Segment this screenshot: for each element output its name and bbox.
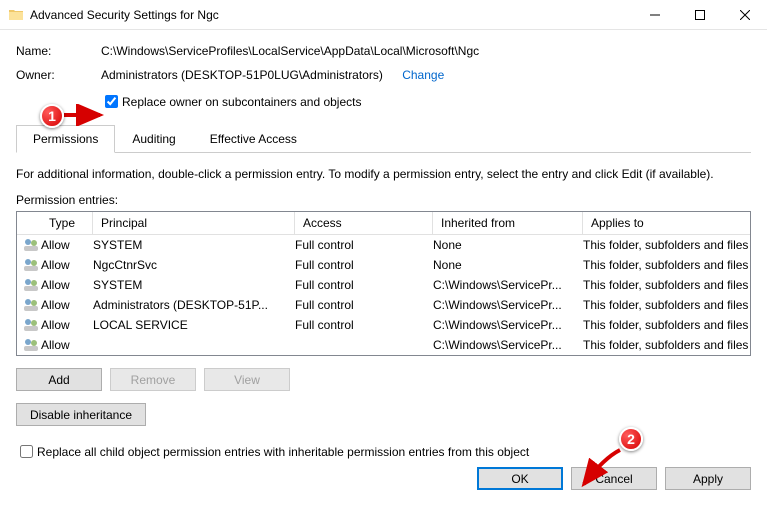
cell-applies: This folder, subfolders and files: [583, 258, 750, 272]
cell-type: Allow: [41, 258, 93, 272]
tab-effective-access[interactable]: Effective Access: [193, 125, 314, 153]
cell-access: Full control: [295, 238, 433, 252]
cell-type: Allow: [41, 318, 93, 332]
group-icon: [17, 297, 41, 313]
cell-principal: LOCAL SERVICE: [93, 318, 295, 332]
cell-type: Allow: [41, 338, 93, 352]
header-access[interactable]: Access: [295, 212, 433, 234]
annotation-badge-1: 1: [40, 104, 64, 128]
view-button[interactable]: View: [204, 368, 290, 391]
cell-principal: SYSTEM: [93, 238, 295, 252]
header-applies[interactable]: Applies to: [583, 212, 750, 234]
minimize-button[interactable]: [632, 0, 677, 30]
tab-auditing[interactable]: Auditing: [115, 125, 192, 153]
cell-principal: Administrators (DESKTOP-51P...: [93, 298, 295, 312]
group-icon: [17, 237, 41, 253]
cell-applies: This folder, subfolders and files: [583, 338, 750, 352]
tab-strip: Permissions Auditing Effective Access: [16, 125, 751, 153]
change-owner-link[interactable]: Change: [402, 68, 444, 82]
owner-value-row: Administrators (DESKTOP-51P0LUG\Administ…: [101, 68, 751, 82]
header-inherited[interactable]: Inherited from: [433, 212, 583, 234]
group-icon: [17, 277, 41, 293]
cell-access: Full control: [295, 278, 433, 292]
cell-access: Full control: [295, 298, 433, 312]
folder-icon: [8, 7, 24, 23]
close-button[interactable]: [722, 0, 767, 30]
owner-label: Owner:: [16, 68, 101, 82]
permission-table: Type Principal Access Inherited from App…: [16, 211, 751, 356]
window-title: Advanced Security Settings for Ngc: [30, 8, 632, 22]
cell-inherited: C:\Windows\ServicePr...: [433, 298, 583, 312]
table-row[interactable]: AllowLOCAL SERVICEFull controlC:\Windows…: [17, 315, 750, 335]
group-icon: [17, 317, 41, 333]
annotation-arrow-2: [574, 448, 624, 494]
owner-value: Administrators (DESKTOP-51P0LUG\Administ…: [101, 68, 383, 82]
annotation-badge-2: 2: [619, 427, 643, 451]
cell-type: Allow: [41, 238, 93, 252]
dialog-content: Name: C:\Windows\ServiceProfiles\LocalSe…: [0, 30, 767, 500]
replace-all-label: Replace all child object permission entr…: [37, 445, 529, 459]
table-row[interactable]: AllowAdministrators (DESKTOP-51P...Full …: [17, 295, 750, 315]
cell-applies: This folder, subfolders and files: [583, 318, 750, 332]
cell-type: Allow: [41, 298, 93, 312]
cell-access: Full control: [295, 258, 433, 272]
cell-inherited: C:\Windows\ServicePr...: [433, 338, 583, 352]
header-principal[interactable]: Principal: [93, 212, 295, 234]
cell-inherited: C:\Windows\ServicePr...: [433, 278, 583, 292]
titlebar: Advanced Security Settings for Ngc: [0, 0, 767, 30]
permission-entries-label: Permission entries:: [16, 193, 751, 207]
cell-inherited: None: [433, 238, 583, 252]
disable-inheritance-button[interactable]: Disable inheritance: [16, 403, 146, 426]
name-value: C:\Windows\ServiceProfiles\LocalService\…: [101, 44, 751, 58]
cell-inherited: None: [433, 258, 583, 272]
table-row[interactable]: AllowSYSTEMFull controlNoneThis folder, …: [17, 235, 750, 255]
tab-permissions[interactable]: Permissions: [16, 125, 115, 153]
remove-button[interactable]: Remove: [110, 368, 196, 391]
cell-applies: This folder, subfolders and files: [583, 238, 750, 252]
maximize-button[interactable]: [677, 0, 722, 30]
apply-button[interactable]: Apply: [665, 467, 751, 490]
cell-access: Full control: [295, 318, 433, 332]
table-header: Type Principal Access Inherited from App…: [17, 212, 750, 235]
cell-type: Allow: [41, 278, 93, 292]
cell-applies: This folder, subfolders and files: [583, 278, 750, 292]
instructions-text: For additional information, double-click…: [16, 167, 751, 181]
table-row[interactable]: Allow C:\Windows\ServicePr...This folder…: [17, 335, 750, 355]
cell-applies: This folder, subfolders and files: [583, 298, 750, 312]
add-button[interactable]: Add: [16, 368, 102, 391]
cell-inherited: C:\Windows\ServicePr...: [433, 318, 583, 332]
name-label: Name:: [16, 44, 101, 58]
group-icon: [17, 337, 41, 353]
replace-all-checkbox[interactable]: [20, 445, 33, 458]
annotation-arrow-1: [62, 104, 108, 126]
group-icon: [17, 257, 41, 273]
ok-button[interactable]: OK: [477, 467, 563, 490]
cell-principal: NgcCtnrSvc: [93, 258, 295, 272]
replace-owner-label: Replace owner on subcontainers and objec…: [122, 95, 361, 109]
header-type[interactable]: Type: [41, 212, 93, 234]
table-row[interactable]: AllowNgcCtnrSvcFull controlNoneThis fold…: [17, 255, 750, 275]
table-row[interactable]: AllowSYSTEMFull controlC:\Windows\Servic…: [17, 275, 750, 295]
cell-principal: SYSTEM: [93, 278, 295, 292]
